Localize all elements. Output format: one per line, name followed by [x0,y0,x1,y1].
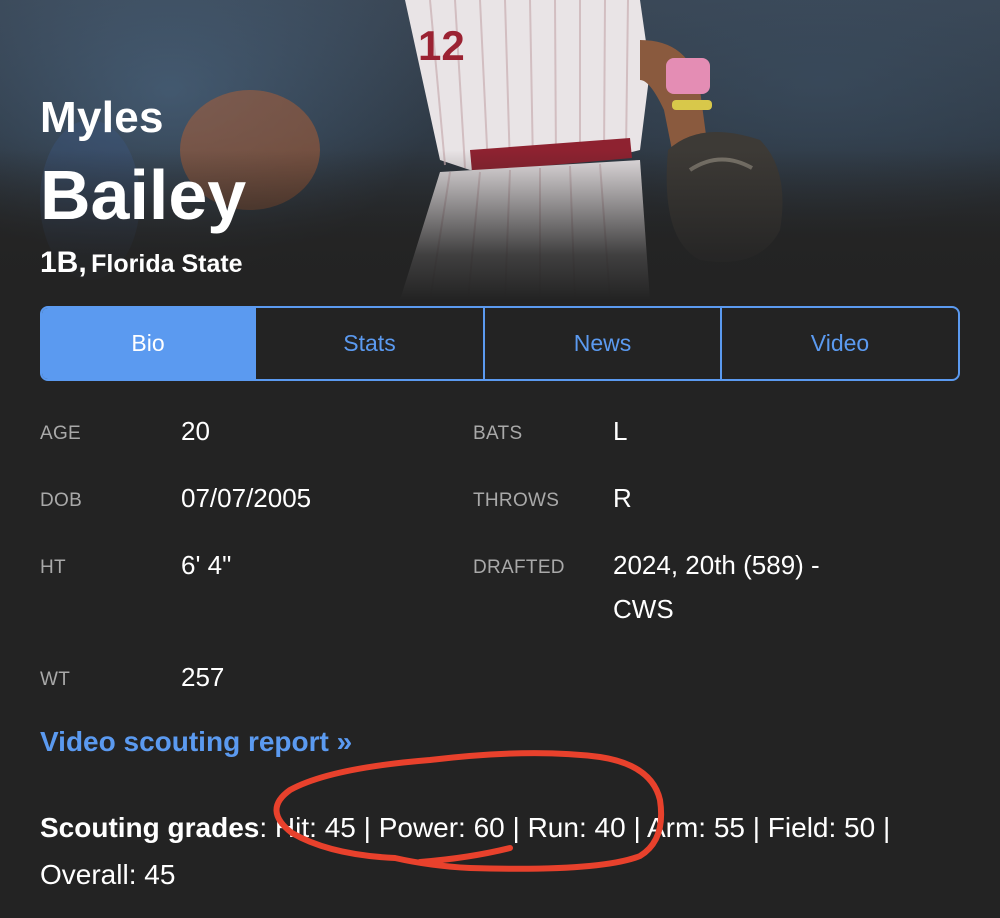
ht-value: 6' 4" [181,550,232,580]
wt-value: 257 [181,662,225,692]
drafted-value-line2: CWS [613,594,674,624]
svg-text:12: 12 [418,22,465,69]
player-position: 1B [40,246,79,279]
player-first-name: Myles [40,93,164,142]
player-last-name: Bailey [40,156,247,234]
throws-label: THROWS [473,490,560,511]
player-hero: 12 Myles Bailey 1B, Florida State [0,0,1000,300]
tab-video[interactable]: Video [720,308,958,379]
profile-tabs: Bio Stats News Video [40,306,960,381]
player-position-line: 1B, Florida State [40,248,243,278]
dob-label: DOB [40,490,83,511]
bats-value: L [613,416,628,446]
position-separator: , [78,246,87,279]
video-scouting-report-link[interactable]: Video scouting report » [40,726,352,758]
ht-label: HT [40,557,66,578]
tab-news[interactable]: News [483,308,720,379]
age-label: AGE [40,423,82,444]
wt-label: WT [40,669,71,690]
bats-label: BATS [473,423,523,444]
tab-bio[interactable]: Bio [42,308,254,379]
drafted-value-line1: 2024, 20th (589) - [613,550,820,580]
age-value: 20 [181,416,210,446]
player-page: 12 Myles Bailey 1B, Florida State Bio St… [0,0,1000,918]
dob-value: 07/07/2005 [181,483,312,513]
drafted-label: DRAFTED [473,557,565,578]
scouting-grades-label: Scouting grades [40,812,260,843]
player-school: Florida State [91,250,243,278]
scouting-grades: Scouting grades: Hit: 45 | Power: 60 | R… [40,804,940,898]
throws-value: R [613,483,632,513]
tab-stats[interactable]: Stats [254,308,483,379]
